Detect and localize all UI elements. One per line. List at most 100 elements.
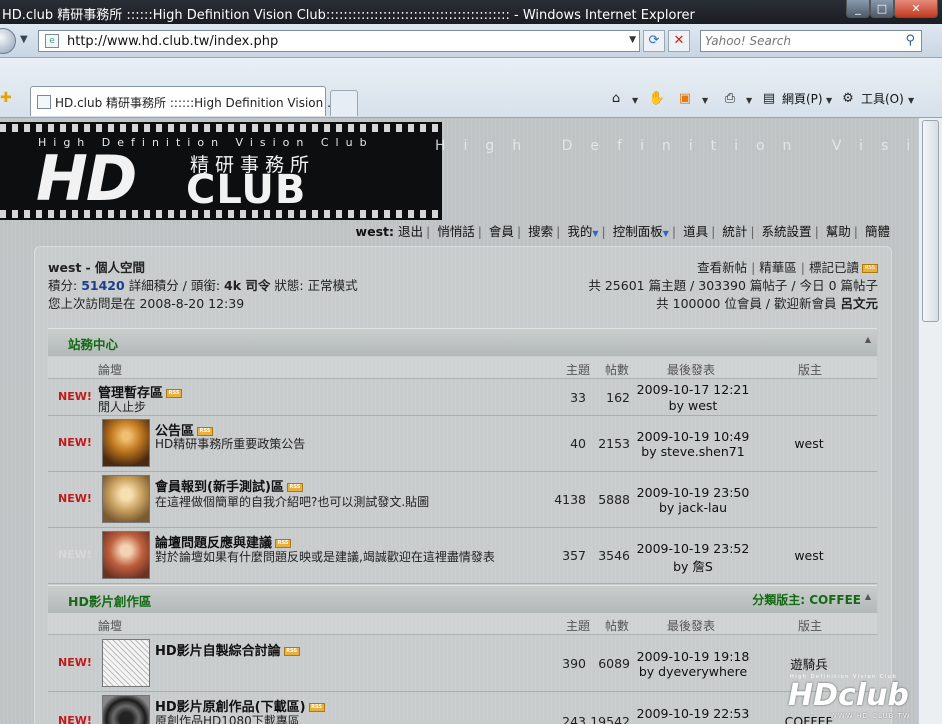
rss-feed-icon[interactable]: ▣ — [676, 90, 694, 108]
new-tab-button[interactable] — [330, 90, 358, 116]
search-input[interactable] — [705, 33, 895, 49]
forum-thumbnail[interactable] — [102, 475, 150, 523]
nav-items[interactable]: 道具 — [683, 224, 708, 239]
column-header: 論壇 主題 帖數 最後發表 版主 — [48, 357, 877, 379]
last-post-date[interactable]: 2009-10-19 22:53 — [628, 706, 758, 721]
last-post-author[interactable]: by dyeverywhere — [628, 664, 758, 679]
page-menu-icon[interactable]: ▤ — [760, 90, 778, 108]
category-header[interactable]: 站務中心 ▲ — [48, 328, 877, 356]
chevron-down-icon[interactable]: ▼ — [592, 229, 598, 238]
chevron-down-icon[interactable]: ▼ — [663, 229, 669, 238]
history-dropdown-icon[interactable]: ▼ — [20, 34, 28, 45]
refresh-button[interactable]: ⟳ — [643, 30, 665, 52]
address-bar[interactable]: e http://www.hd.club.tw/index.php ▼ — [38, 30, 640, 52]
page-icon — [37, 95, 51, 109]
category-name[interactable]: HD影片創作區 — [68, 591, 151, 610]
moderator[interactable]: 遊騎兵 — [764, 654, 854, 673]
hand-icon[interactable]: ✋ — [648, 90, 666, 108]
collapse-icon[interactable]: ▲ — [865, 335, 871, 344]
nav-stats[interactable]: 統計 — [722, 224, 747, 239]
forum-thumbnail[interactable] — [102, 695, 150, 724]
gear-icon[interactable]: ⚙ — [839, 90, 857, 108]
user-space-link[interactable]: - 個人空間 — [85, 260, 145, 275]
scrollbar-thumb[interactable] — [922, 120, 939, 322]
chevron-down-icon[interactable]: ▼ — [629, 35, 636, 45]
collapse-icon[interactable]: ▲ — [865, 592, 871, 601]
user-points-line: 積分: 51420 詳細積分 / 頭銜: 4k 司令 狀態: 正常模式 — [48, 278, 358, 293]
category-header[interactable]: HD影片創作區 分類版主: COFFEE ▲ — [48, 585, 877, 613]
chevron-down-icon[interactable]: ▼ — [702, 96, 708, 105]
rss-icon[interactable]: RSS — [286, 483, 303, 492]
nav-messages[interactable]: 悄悄話 — [437, 224, 475, 239]
chevron-down-icon[interactable]: ▼ — [908, 96, 914, 105]
stats-line2: 共 100000 位會員 / 歡迎新會員 呂文元 — [656, 296, 878, 311]
home-icon[interactable]: ⌂ — [607, 90, 625, 108]
url-text[interactable]: http://www.hd.club.tw/index.php — [67, 34, 278, 49]
tools-menu[interactable]: 工具(O) — [861, 88, 904, 110]
print-icon[interactable]: ⎙ — [721, 90, 739, 108]
favorites-star-icon[interactable]: ✚ — [0, 90, 12, 106]
nav-search[interactable]: 搜索 — [528, 224, 553, 239]
last-post-author[interactable]: by steve.shen71 — [628, 444, 758, 459]
nav-simplified[interactable]: 簡體 — [865, 224, 890, 239]
last-post-author[interactable]: by 詹S — [628, 556, 758, 575]
last-post-date[interactable]: 2009-10-19 19:18 — [628, 649, 758, 664]
topic-count: 4138 — [554, 492, 586, 507]
chevron-down-icon[interactable]: ▼ — [746, 96, 752, 105]
last-post-author[interactable]: by west — [628, 398, 758, 413]
forward-button[interactable] — [0, 28, 16, 54]
rss-icon[interactable]: RSS — [862, 264, 878, 273]
mark-read-link[interactable]: 標記已讀 — [809, 260, 859, 275]
category-moderator[interactable]: 分類版主: COFFEE — [752, 591, 861, 608]
last-post-author[interactable]: by jack-lau — [628, 500, 758, 515]
last-post-date[interactable]: 2009-10-19 10:49 — [628, 429, 758, 444]
user-points: 51420 — [81, 278, 125, 293]
vertical-scrollbar[interactable] — [918, 118, 942, 724]
stop-button[interactable]: ✕ — [668, 30, 690, 52]
nav-members[interactable]: 會員 — [489, 224, 514, 239]
chevron-down-icon[interactable]: ▼ — [632, 96, 638, 105]
maximize-button[interactable]: □ — [870, 0, 894, 18]
last-post-date[interactable]: 2009-10-19 23:50 — [628, 485, 758, 500]
forum-row: NEW! 管理暫存區 RSS 閒人止步 33 162 2009-10-17 12:… — [48, 380, 877, 416]
nav-system-settings[interactable]: 系統設置 — [762, 224, 812, 239]
search-box[interactable]: ⚲ — [700, 30, 922, 52]
rss-icon[interactable]: RSS — [166, 389, 183, 398]
nav-username[interactable]: west: — [356, 224, 394, 239]
nav-logout[interactable]: 退出 — [398, 224, 423, 239]
category-name[interactable]: 站務中心 — [68, 334, 118, 353]
chevron-down-icon[interactable]: ▼ — [826, 96, 832, 105]
last-post-date[interactable]: 2009-10-19 23:52 — [628, 541, 758, 556]
detail-points-link[interactable]: 詳細積分 / 頭銜: — [129, 278, 220, 293]
tab-row: ✚ HD.club 精研事務所 ::::::High Definition Vi… — [0, 58, 942, 118]
nav-control-panel[interactable]: 控制面板 — [613, 224, 663, 239]
rss-icon[interactable]: RSS — [283, 647, 300, 656]
forum-thumbnail[interactable] — [102, 531, 150, 579]
forum-name[interactable]: HD影片自製綜合討論 RSS — [155, 640, 300, 659]
page-content: High Definition Vision Club HD 精研事務所 CLU… — [0, 118, 918, 724]
user-name[interactable]: west — [48, 260, 81, 275]
tab-hdclub[interactable]: HD.club 精研事務所 ::::::High Definition Visi… — [30, 86, 339, 116]
minimize-button[interactable]: _ — [846, 0, 870, 18]
nav-help[interactable]: 幫助 — [826, 224, 851, 239]
site-banner: High Definition Vision Club HD 精研事務所 CLU… — [0, 118, 918, 220]
moderator[interactable]: west — [764, 548, 854, 563]
last-post-date[interactable]: 2009-10-17 12:21 — [628, 382, 758, 397]
newest-member-link[interactable]: 呂文元 — [840, 296, 878, 311]
rss-icon[interactable]: RSS — [308, 703, 325, 712]
window-title-bar: HD.club 精研事務所 ::::::High Definition Visi… — [0, 0, 942, 24]
digest-link[interactable]: 精華區 — [759, 260, 797, 275]
page-menu[interactable]: 網頁(P) — [782, 88, 823, 110]
view-new-posts-link[interactable]: 查看新帖 — [697, 260, 747, 275]
tab-label: HD.club 精研事務所 ::::::High Definition Visi… — [55, 96, 339, 110]
forum-thumbnail[interactable] — [102, 419, 150, 467]
forum-desc: 原創作品HD1080下載專區 — [155, 714, 300, 724]
forum-thumbnail[interactable] — [102, 639, 150, 687]
post-count: 2153 — [598, 436, 630, 451]
close-window-button[interactable]: ✕ — [894, 0, 938, 18]
moderator[interactable]: west — [764, 436, 854, 451]
rss-icon[interactable]: RSS — [275, 539, 292, 548]
nav-my[interactable]: 我的 — [567, 224, 592, 239]
search-icon[interactable]: ⚲ — [905, 33, 915, 48]
banner-logo[interactable]: High Definition Vision Club HD 精研事務所 CLU… — [0, 122, 442, 220]
